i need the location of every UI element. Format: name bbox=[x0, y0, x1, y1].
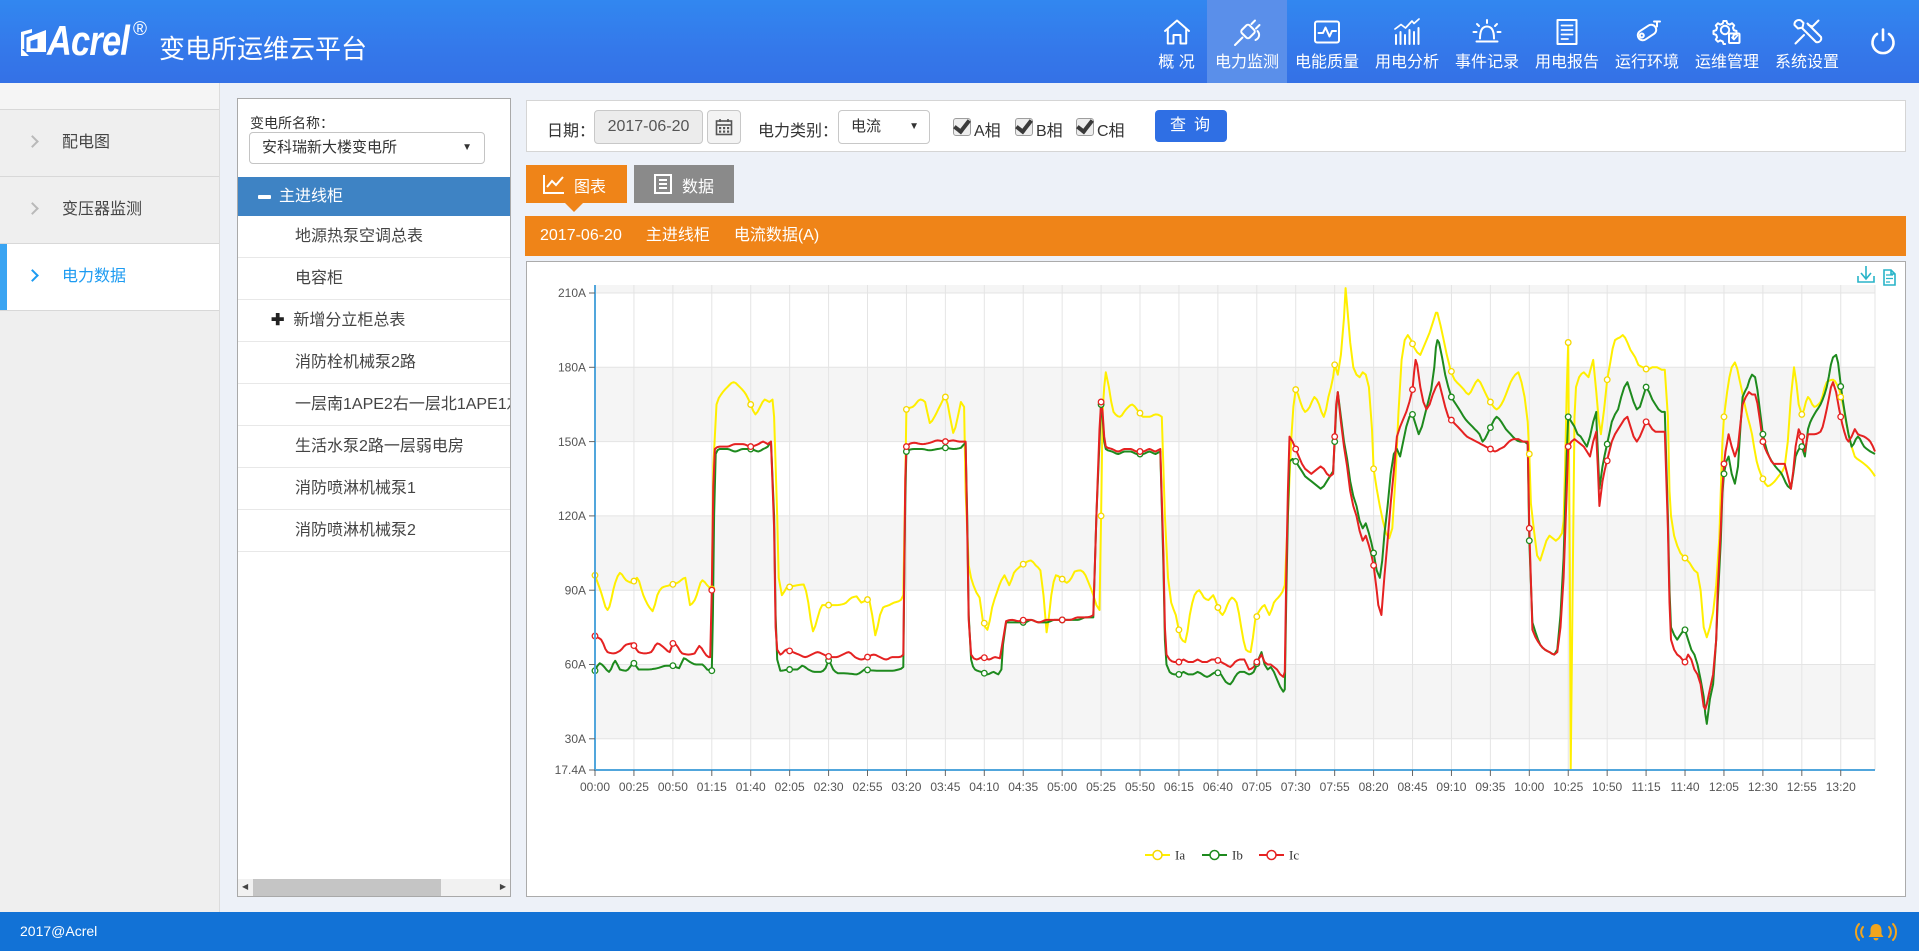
svg-text:05:50: 05:50 bbox=[1125, 780, 1155, 794]
svg-text:05:25: 05:25 bbox=[1086, 780, 1116, 794]
svg-text:01:15: 01:15 bbox=[697, 780, 727, 794]
svg-text:Ia: Ia bbox=[1175, 848, 1185, 863]
svg-text:06:40: 06:40 bbox=[1203, 780, 1233, 794]
svg-text:12:55: 12:55 bbox=[1787, 780, 1817, 794]
svg-text:10:25: 10:25 bbox=[1553, 780, 1583, 794]
svg-text:00:25: 00:25 bbox=[619, 780, 649, 794]
svg-text:00:00: 00:00 bbox=[580, 780, 610, 794]
svg-text:07:30: 07:30 bbox=[1281, 780, 1311, 794]
svg-text:06:15: 06:15 bbox=[1164, 780, 1194, 794]
svg-text:07:55: 07:55 bbox=[1320, 780, 1350, 794]
svg-text:30A: 30A bbox=[565, 732, 586, 746]
svg-text:09:10: 09:10 bbox=[1436, 780, 1466, 794]
svg-text:210A: 210A bbox=[558, 286, 586, 300]
svg-text:02:30: 02:30 bbox=[814, 780, 844, 794]
svg-text:04:35: 04:35 bbox=[1008, 780, 1038, 794]
svg-text:07:05: 07:05 bbox=[1242, 780, 1272, 794]
svg-text:01:40: 01:40 bbox=[736, 780, 766, 794]
svg-text:180A: 180A bbox=[558, 360, 586, 374]
svg-text:60A: 60A bbox=[565, 658, 586, 672]
svg-text:120A: 120A bbox=[558, 509, 586, 523]
svg-text:Ib: Ib bbox=[1232, 848, 1243, 863]
svg-text:10:50: 10:50 bbox=[1592, 780, 1622, 794]
svg-text:09:35: 09:35 bbox=[1475, 780, 1505, 794]
svg-text:Ic: Ic bbox=[1289, 848, 1299, 863]
svg-text:13:20: 13:20 bbox=[1826, 780, 1856, 794]
svg-text:11:40: 11:40 bbox=[1670, 780, 1699, 794]
svg-text:04:10: 04:10 bbox=[969, 780, 999, 794]
svg-text:03:20: 03:20 bbox=[891, 780, 921, 794]
svg-text:00:50: 00:50 bbox=[658, 780, 688, 794]
svg-text:05:00: 05:00 bbox=[1047, 780, 1077, 794]
svg-text:12:05: 12:05 bbox=[1709, 780, 1739, 794]
svg-text:150A: 150A bbox=[558, 435, 586, 449]
svg-text:08:45: 08:45 bbox=[1398, 780, 1428, 794]
svg-text:10:00: 10:00 bbox=[1514, 780, 1544, 794]
svg-text:12:30: 12:30 bbox=[1748, 780, 1778, 794]
svg-text:90A: 90A bbox=[565, 583, 586, 597]
svg-text:03:45: 03:45 bbox=[930, 780, 960, 794]
svg-text:11:15: 11:15 bbox=[1632, 780, 1661, 794]
svg-text:02:55: 02:55 bbox=[852, 780, 882, 794]
svg-text:02:05: 02:05 bbox=[775, 780, 805, 794]
svg-text:17.4A: 17.4A bbox=[555, 763, 586, 777]
svg-text:08:20: 08:20 bbox=[1359, 780, 1389, 794]
